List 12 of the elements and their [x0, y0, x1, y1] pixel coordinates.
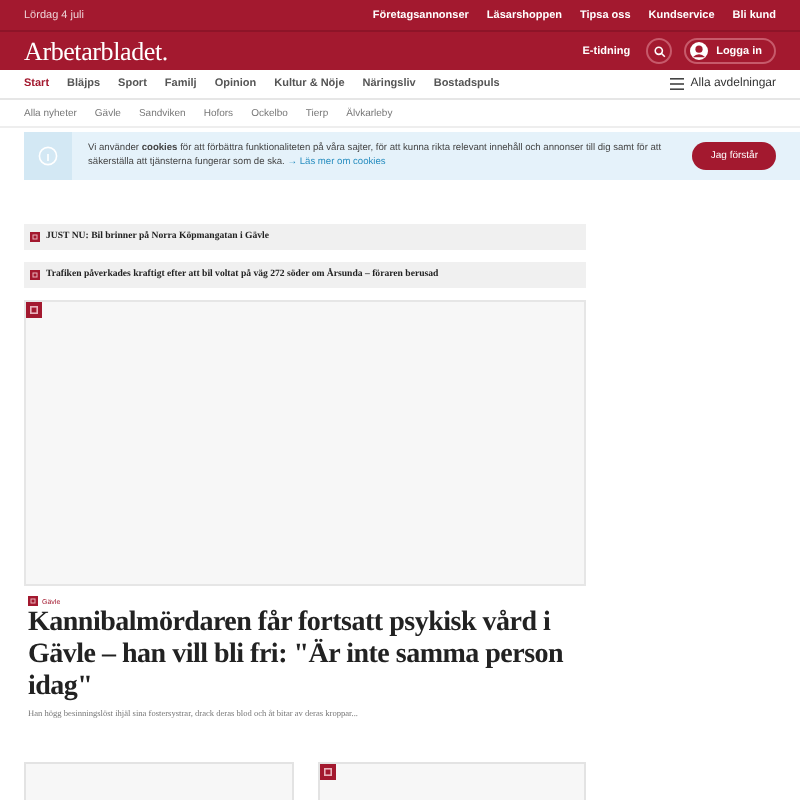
article-headline[interactable]: Kannibalmördaren får fortsatt psykisk vård i Gävle – han vill bli fri: "Är inte samma person idag"	[28, 608, 582, 705]
menu-icon	[670, 78, 685, 90]
user-icon	[690, 42, 709, 60]
badge-icon	[30, 232, 40, 242]
search-icon	[653, 45, 666, 57]
badge-icon	[319, 764, 335, 781]
tag-icon	[28, 596, 38, 606]
site-logo[interactable]: Arbetarbladet.	[24, 35, 583, 67]
badge-icon	[30, 270, 40, 280]
badge-icon	[26, 302, 42, 318]
info-icon	[38, 146, 58, 166]
search-button[interactable]	[646, 38, 673, 64]
